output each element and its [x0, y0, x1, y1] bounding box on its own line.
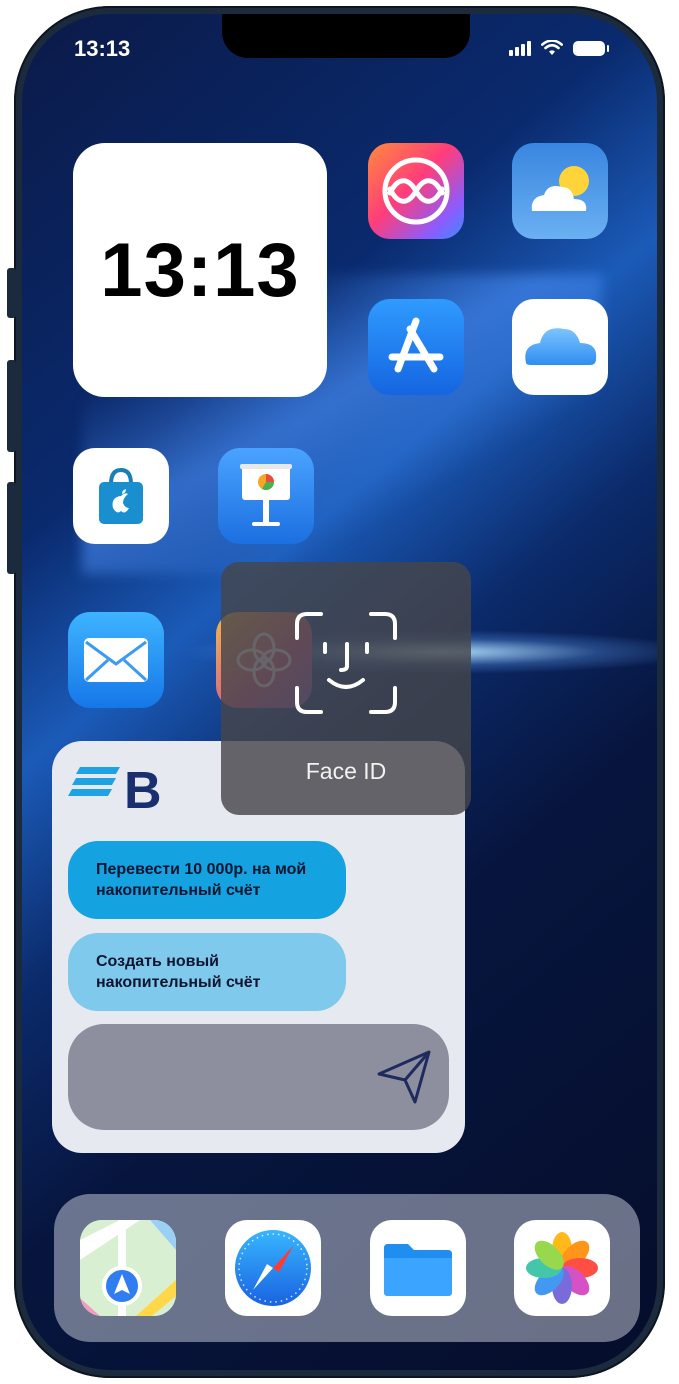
apple-store-app-icon[interactable] — [73, 448, 169, 544]
transfer-suggestion-button[interactable]: Перевести 10 000р. на мой накопительный … — [68, 841, 346, 919]
app-store-icon — [388, 317, 444, 373]
new-account-suggestion-button[interactable]: Создать новый накопительный счёт — [68, 933, 346, 1011]
envelope-icon — [84, 638, 148, 682]
infinity-icon — [382, 157, 450, 225]
photos-app-icon[interactable] — [514, 1220, 610, 1316]
files-app-icon[interactable] — [370, 1220, 466, 1316]
transfer-suggestion-label: Перевести 10 000р. на мой накопительный … — [96, 861, 307, 899]
face-id-label: Face ID — [305, 758, 387, 784]
clock-widget-time: 13:13 — [100, 227, 300, 313]
status-time: 13:13 — [74, 36, 131, 61]
bank-logo-icon — [68, 767, 120, 796]
podium-icon — [240, 464, 292, 526]
volume-down-button — [7, 482, 16, 574]
status-icons — [509, 40, 609, 56]
app-store-app-icon[interactable] — [368, 299, 464, 395]
photos-flower-icon — [526, 1232, 598, 1304]
safari-app-icon[interactable] — [225, 1220, 321, 1316]
wifi-icon — [541, 40, 563, 55]
message-input[interactable] — [68, 1024, 449, 1130]
new-account-suggestion-label: Создать новый накопительный счёт — [96, 953, 261, 991]
maps-app-icon[interactable] — [80, 1220, 176, 1316]
battery-icon — [573, 41, 609, 56]
weather-app-icon[interactable] — [512, 143, 608, 239]
keynote-app-icon[interactable] — [218, 448, 314, 544]
send-icon[interactable] — [371, 1044, 435, 1108]
notch — [222, 14, 470, 58]
folder-icon — [384, 1244, 452, 1296]
sun-cloud-icon — [531, 166, 589, 211]
clock-widget[interactable]: 13:13 — [73, 143, 327, 397]
maps-icon — [80, 1220, 176, 1316]
volume-up-button — [7, 360, 16, 452]
home-screen: 13:13 13:13 B Перевести 10 000р. на мой … — [22, 14, 657, 1370]
cellular-signal-icon — [509, 41, 531, 56]
cloud-icon — [525, 328, 597, 365]
face-id-icon — [295, 612, 397, 714]
icloud-app-icon[interactable] — [512, 299, 608, 395]
image-playground-app-icon[interactable] — [368, 143, 464, 239]
shopping-bag-icon — [99, 467, 143, 524]
mute-switch — [7, 268, 16, 318]
mail-app-icon[interactable] — [68, 612, 164, 708]
face-id-overlay: Face ID — [221, 562, 471, 815]
compass-icon — [235, 1230, 311, 1306]
bank-logo-letter: B — [124, 762, 162, 820]
